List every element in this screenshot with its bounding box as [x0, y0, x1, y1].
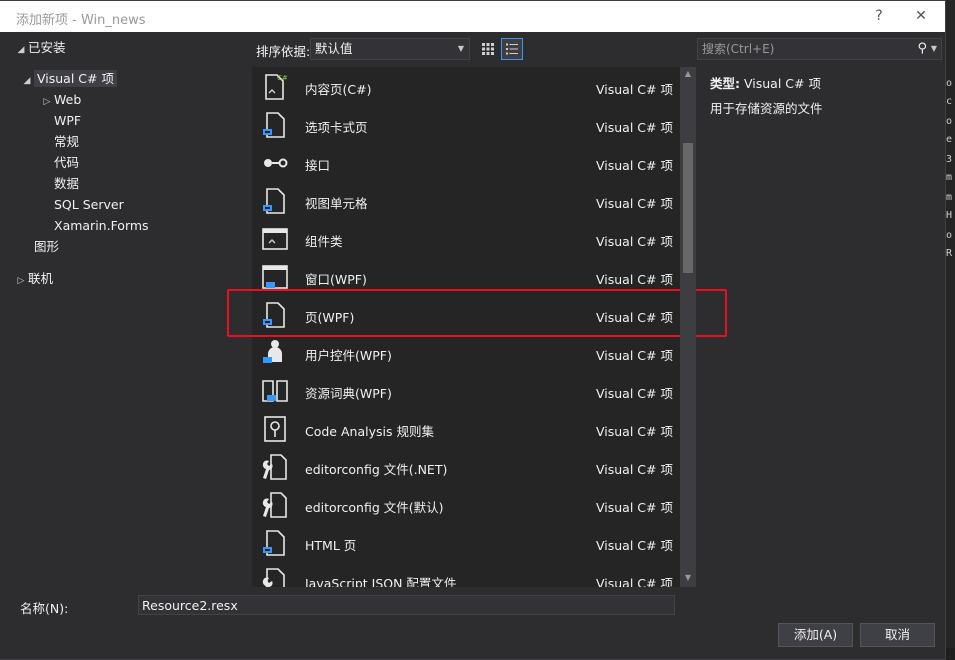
editorconfig-icon — [262, 454, 287, 480]
cancel-button[interactable]: 取消 — [860, 623, 935, 647]
description-panel: 类型: Visual C# 项 用于存储资源的文件 — [700, 67, 944, 587]
search-icon[interactable]: ⚲ — [917, 39, 927, 59]
template-item[interactable]: HTML 页 Visual C# 项 — [252, 524, 680, 562]
collapsed-arrow-icon: ▷ — [43, 97, 51, 107]
grid-view-icon — [482, 43, 494, 55]
template-item[interactable]: Code Analysis 规则集 Visual C# 项 — [252, 410, 680, 448]
close-button[interactable]: ✕ — [906, 5, 936, 27]
template-item-name: editorconfig 文件(.NET) — [305, 462, 448, 477]
html-page-icon — [263, 530, 285, 556]
template-item[interactable]: JavaScript JSON 配置文件 Visual C# 项 — [252, 562, 680, 587]
tree-node-visual-csharp[interactable]: ◢ Visual C# 项 — [20, 69, 117, 89]
tabbed-page-icon — [263, 112, 285, 138]
template-item[interactable]: 用户控件(WPF) Visual C# 项 — [252, 334, 680, 372]
grid-view-button[interactable] — [477, 38, 499, 60]
template-item-name: 资源词典(WPF) — [305, 386, 392, 401]
template-item[interactable]: 视图单元格 Visual C# 项 — [252, 182, 680, 220]
search-placeholder: 搜索(Ctrl+E) — [702, 42, 775, 56]
item-description: 用于存储资源的文件 — [710, 101, 823, 116]
template-item-name: editorconfig 文件(默认) — [305, 500, 444, 515]
background-ide-panel: o c o e 3 m m H o R — [946, 0, 955, 660]
annotation-highlight-box — [227, 289, 727, 337]
template-item-kind: Visual C# 项 — [596, 196, 673, 211]
tree-node-wpf[interactable]: WPF — [54, 111, 81, 131]
scroll-thumb[interactable] — [683, 143, 693, 273]
sort-dropdown[interactable]: 默认值 ▼ — [310, 38, 470, 60]
template-item-name: Code Analysis 规则集 — [305, 424, 434, 439]
template-item-name: 视图单元格 — [305, 196, 368, 211]
template-item-kind: Visual C# 项 — [596, 424, 673, 439]
template-list-scrollbar[interactable]: ▲ ▼ — [680, 67, 696, 587]
tree-node-general[interactable]: 常规 — [54, 132, 79, 152]
content-page-icon: C# — [265, 74, 288, 100]
tree-node-graphics[interactable]: 图形 — [34, 237, 59, 257]
title-bar: 添加新项 - Win_news ? ✕ — [0, 1, 945, 32]
template-item-kind: Visual C# 项 — [596, 272, 673, 287]
add-new-item-dialog: 添加新项 - Win_news ? ✕ ◢ 已安装 ◢ Visual C# 项 ▷ W… — [0, 0, 946, 660]
template-item-name: 组件类 — [305, 234, 343, 249]
view-cell-icon — [263, 188, 285, 214]
resource-dictionary-icon — [262, 380, 288, 402]
template-item-kind: Visual C# 项 — [596, 348, 673, 363]
expanded-arrow-icon: ◢ — [23, 76, 31, 86]
template-item-name: 用户控件(WPF) — [305, 348, 392, 363]
tree-node-installed[interactable]: ◢ 已安装 — [14, 38, 66, 58]
tree-node-sql-server[interactable]: SQL Server — [54, 195, 124, 215]
template-item-name: JavaScript JSON 配置文件 — [305, 576, 457, 587]
template-item-kind: Visual C# 项 — [596, 462, 673, 477]
search-input[interactable]: 搜索(Ctrl+E) ⚲ ▼ — [697, 38, 942, 60]
template-item-kind: Visual C# 项 — [596, 500, 673, 515]
window-title: 添加新项 - Win_news — [16, 13, 146, 28]
sort-label: 排序依据: — [256, 44, 311, 59]
list-view-icon — [506, 43, 518, 55]
template-item[interactable]: 接口 Visual C# 项 — [252, 144, 680, 182]
scroll-up-arrow-icon[interactable]: ▲ — [680, 69, 696, 81]
tree-node-code[interactable]: 代码 — [54, 153, 79, 173]
template-item-kind: Visual C# 项 — [596, 82, 673, 97]
component-class-icon — [262, 228, 288, 250]
list-view-button[interactable] — [501, 38, 523, 60]
name-label: 名称(N): — [20, 601, 69, 616]
add-button[interactable]: 添加(A) — [778, 623, 853, 647]
tree-node-web[interactable]: ▷ Web — [40, 90, 82, 110]
interface-icon — [264, 158, 288, 168]
template-item-kind: Visual C# 项 — [596, 538, 673, 553]
template-item-kind: Visual C# 项 — [596, 576, 673, 587]
window-icon — [262, 265, 288, 289]
tree-node-xamarin-forms[interactable]: Xamarin.Forms — [54, 216, 149, 236]
template-item-kind: Visual C# 项 — [596, 234, 673, 249]
collapsed-arrow-icon: ▷ — [17, 276, 25, 286]
template-category-tree: ◢ 已安装 ◢ Visual C# 项 ▷ Web WPF 常规 代码 数据 SQL … — [10, 35, 252, 591]
template-item-kind: Visual C# 项 — [596, 158, 673, 173]
sort-dropdown-value: 默认值 — [315, 41, 353, 56]
tree-node-data[interactable]: 数据 — [54, 174, 79, 194]
chevron-down-icon[interactable]: ▼ — [931, 39, 937, 59]
editorconfig-icon — [262, 492, 287, 518]
template-item[interactable]: 资源词典(WPF) Visual C# 项 — [252, 372, 680, 410]
rule-set-icon — [264, 416, 286, 442]
user-control-icon — [263, 340, 282, 363]
scroll-down-arrow-icon[interactable]: ▼ — [680, 573, 696, 585]
template-item-name: 窗口(WPF) — [305, 272, 367, 287]
template-item-kind: Visual C# 项 — [596, 120, 673, 135]
template-item[interactable]: 选项卡式页 Visual C# 项 — [252, 106, 680, 144]
item-type: 类型: Visual C# 项 — [710, 76, 821, 91]
template-item[interactable]: editorconfig 文件(.NET) Visual C# 项 — [252, 448, 680, 486]
tree-node-online[interactable]: ▷ 联机 — [14, 269, 53, 289]
template-item[interactable]: 组件类 Visual C# 项 — [252, 220, 680, 258]
help-button[interactable]: ? — [864, 5, 894, 27]
template-item[interactable]: C# 内容页(C#) Visual C# 项 — [252, 68, 680, 106]
template-item-kind: Visual C# 项 — [596, 386, 673, 401]
template-item-name: 接口 — [305, 158, 331, 173]
template-item[interactable]: editorconfig 文件(默认) Visual C# 项 — [252, 486, 680, 524]
template-item-name: 内容页(C#) — [305, 82, 372, 97]
svg-text:C#: C# — [277, 74, 288, 82]
template-item-name: HTML 页 — [305, 538, 357, 553]
chevron-down-icon: ▼ — [457, 44, 464, 53]
expanded-arrow-icon: ◢ — [17, 45, 25, 55]
json-config-icon — [262, 568, 285, 587]
template-item-name: 选项卡式页 — [305, 120, 368, 135]
name-input[interactable] — [138, 595, 675, 615]
